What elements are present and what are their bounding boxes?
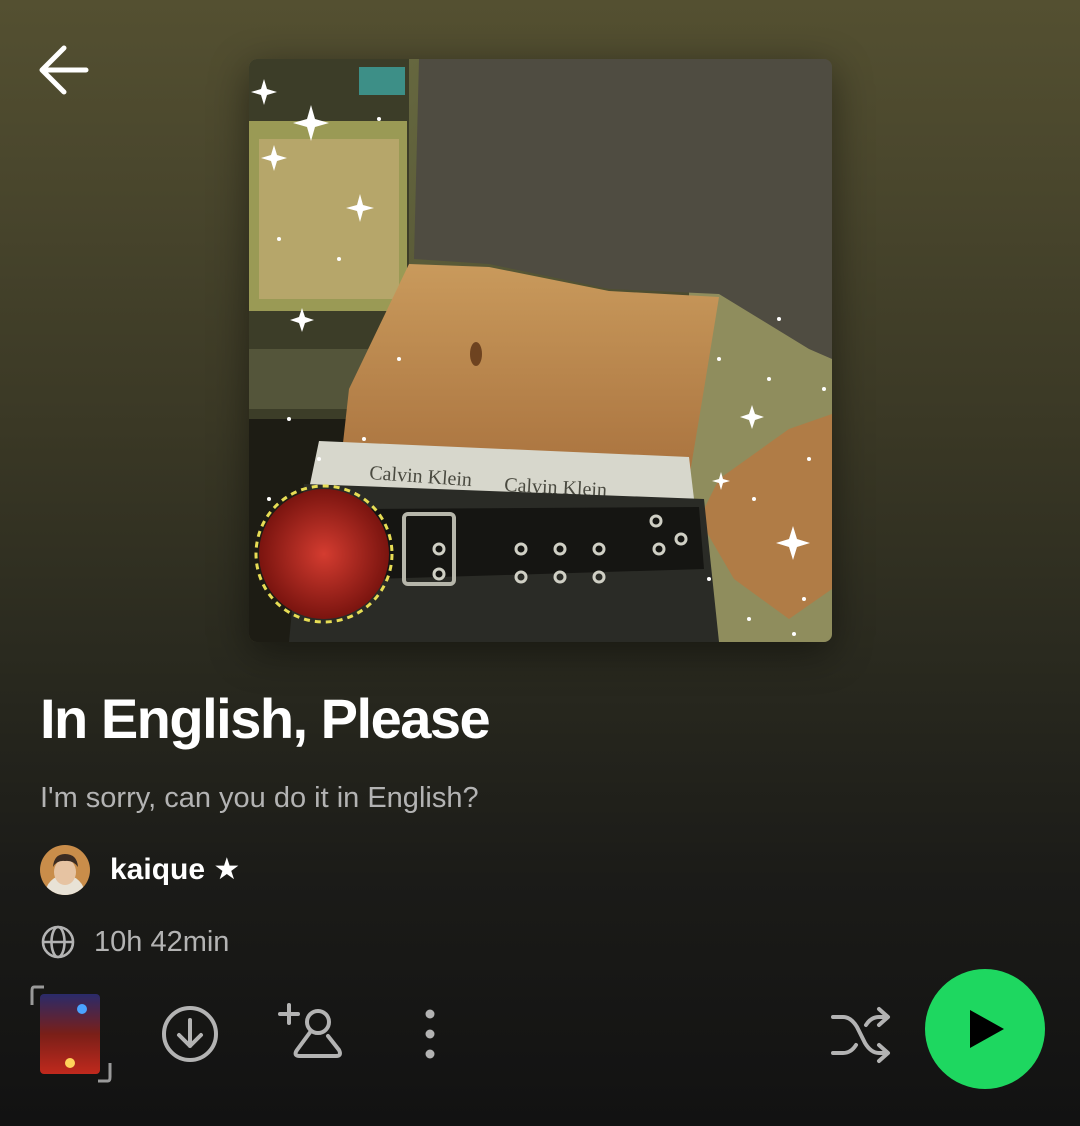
shuffle-icon — [831, 1007, 890, 1063]
download-circle-icon — [162, 1006, 218, 1062]
owner-profile-link[interactable]: kaique ★ — [40, 845, 240, 895]
arrow-left-icon — [39, 45, 89, 95]
playlist-title: In English, Please — [40, 687, 491, 750]
play-button[interactable] — [925, 969, 1045, 1089]
more-options-button[interactable] — [406, 1002, 454, 1066]
play-icon — [970, 1010, 1004, 1048]
more-vertical-icon — [425, 1009, 435, 1059]
playlist-duration: 10h 42min — [94, 925, 230, 958]
download-button[interactable] — [158, 1002, 222, 1066]
add-person-icon — [278, 1003, 342, 1058]
playlist-preview-thumbnail[interactable] — [30, 985, 112, 1083]
globe-icon — [41, 925, 75, 959]
avatar — [40, 845, 90, 895]
follow-button[interactable] — [278, 1000, 344, 1066]
owner-name: kaique ★ — [110, 853, 241, 886]
duration-row: 10h 42min — [40, 922, 229, 962]
playlist-description: I'm sorry, can you do it in English? — [40, 782, 479, 814]
shuffle-button[interactable] — [826, 1000, 896, 1070]
back-button[interactable] — [36, 40, 96, 100]
playlist-cover-image: Calvin Klein Calvin Klein — [249, 59, 832, 642]
